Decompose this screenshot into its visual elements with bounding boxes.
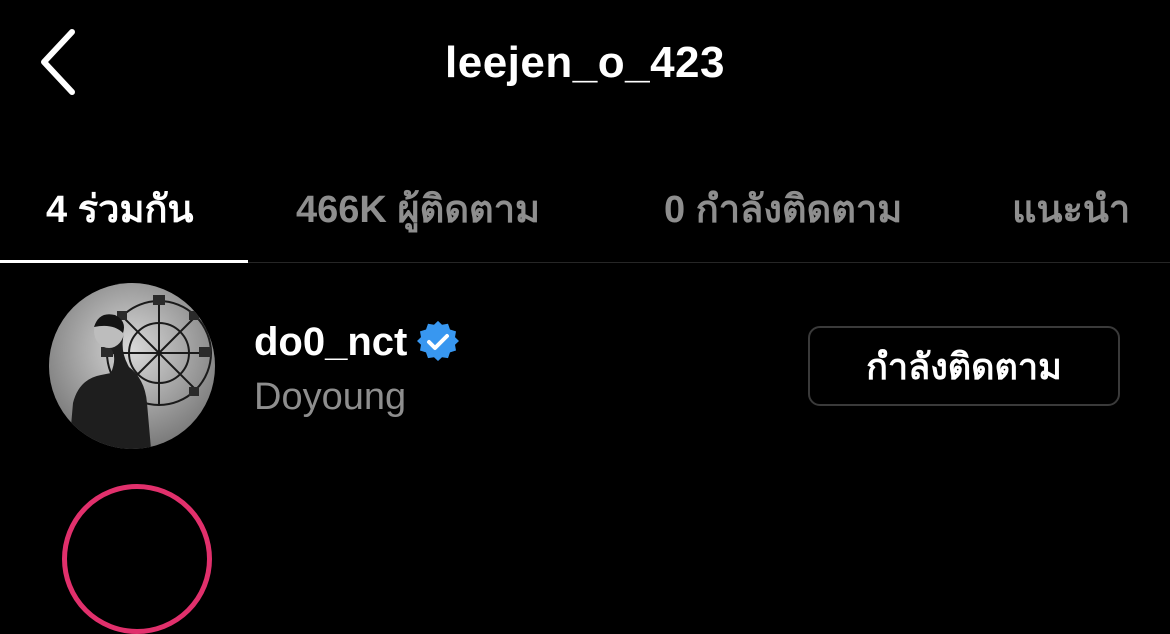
display-name: Doyoung — [254, 376, 407, 418]
header-bar: leejen_o_423 — [0, 0, 1170, 140]
avatar-photo — [49, 283, 215, 449]
page-title: leejen_o_423 — [445, 38, 725, 87]
tab-followers[interactable]: 466K ผู้ติดตาม — [296, 178, 540, 239]
following-button[interactable]: กำลังติดตาม — [808, 326, 1120, 406]
username-line[interactable]: do0_nct — [254, 319, 460, 365]
verified-badge-icon — [417, 321, 460, 362]
tab-mutual[interactable]: 4 ร่วมกัน — [46, 178, 193, 239]
avatar[interactable] — [49, 283, 215, 449]
next-avatar-story-ring[interactable] — [62, 484, 212, 634]
tab-bar: 4 ร่วมกัน 466K ผู้ติดตาม 0 กำลังติดตาม แ… — [0, 140, 1170, 263]
tab-suggested[interactable]: แนะนำ — [1012, 178, 1130, 239]
tab-following[interactable]: 0 กำลังติดตาม — [664, 178, 902, 239]
username: do0_nct — [254, 320, 408, 364]
list-item[interactable]: do0_nct Doyoung กำลังติดตาม — [0, 263, 1170, 463]
